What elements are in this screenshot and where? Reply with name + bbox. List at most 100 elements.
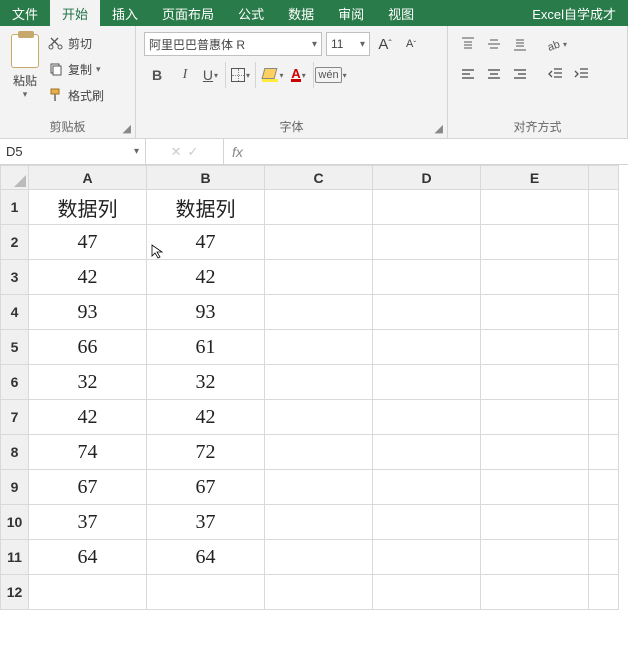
decrease-font-button[interactable]: Aˇ: [400, 32, 422, 56]
cell[interactable]: 37: [29, 505, 147, 540]
column-header[interactable]: A: [29, 166, 147, 190]
cell[interactable]: [481, 435, 589, 470]
cell[interactable]: [265, 575, 373, 610]
cell[interactable]: [265, 470, 373, 505]
cell[interactable]: 42: [29, 400, 147, 435]
align-bottom-button[interactable]: [508, 32, 532, 56]
orientation-button[interactable]: ab▾: [544, 32, 568, 56]
align-right-button[interactable]: [508, 62, 532, 86]
cell[interactable]: [373, 470, 481, 505]
cell[interactable]: [481, 365, 589, 400]
cell[interactable]: [481, 330, 589, 365]
cell[interactable]: [589, 260, 619, 295]
italic-button[interactable]: I: [172, 62, 198, 88]
cell[interactable]: [481, 190, 589, 225]
font-name-select[interactable]: 阿里巴巴普惠体 R ▾: [144, 32, 322, 56]
cell[interactable]: [589, 365, 619, 400]
borders-button[interactable]: ▾: [230, 62, 256, 88]
cell[interactable]: 42: [29, 260, 147, 295]
cut-button[interactable]: 剪切: [48, 32, 104, 54]
row-header[interactable]: 9: [1, 470, 29, 505]
row-header[interactable]: 6: [1, 365, 29, 400]
cell[interactable]: [589, 470, 619, 505]
cell[interactable]: [373, 225, 481, 260]
row-header[interactable]: 7: [1, 400, 29, 435]
cell[interactable]: [373, 400, 481, 435]
cell[interactable]: [373, 365, 481, 400]
cell[interactable]: [481, 400, 589, 435]
row-header[interactable]: 8: [1, 435, 29, 470]
tab-file[interactable]: 文件: [0, 0, 50, 26]
cell[interactable]: [373, 330, 481, 365]
cell[interactable]: 67: [29, 470, 147, 505]
cell[interactable]: [265, 330, 373, 365]
cell[interactable]: 67: [147, 470, 265, 505]
cell[interactable]: [265, 435, 373, 470]
row-header[interactable]: 11: [1, 540, 29, 575]
cell[interactable]: 37: [147, 505, 265, 540]
cell[interactable]: [265, 260, 373, 295]
column-header[interactable]: D: [373, 166, 481, 190]
tab-formulas[interactable]: 公式: [226, 0, 276, 26]
cell[interactable]: 32: [29, 365, 147, 400]
cell[interactable]: [373, 295, 481, 330]
cell[interactable]: 42: [147, 400, 265, 435]
cell[interactable]: 数据列: [29, 190, 147, 225]
cell[interactable]: 47: [29, 225, 147, 260]
dialog-launcher-icon[interactable]: ◢: [123, 122, 131, 135]
cell[interactable]: 66: [29, 330, 147, 365]
cell[interactable]: [481, 260, 589, 295]
cell[interactable]: [481, 295, 589, 330]
cell[interactable]: [373, 505, 481, 540]
cell[interactable]: [265, 365, 373, 400]
cell[interactable]: 74: [29, 435, 147, 470]
cell[interactable]: 32: [147, 365, 265, 400]
row-header[interactable]: 5: [1, 330, 29, 365]
cell[interactable]: 64: [147, 540, 265, 575]
cell[interactable]: [481, 225, 589, 260]
cell[interactable]: [265, 400, 373, 435]
cell[interactable]: [481, 540, 589, 575]
row-header[interactable]: 1: [1, 190, 29, 225]
cell[interactable]: [265, 505, 373, 540]
format-painter-button[interactable]: 格式刷: [48, 84, 104, 106]
underline-button[interactable]: U▾: [200, 62, 226, 88]
cell[interactable]: [589, 505, 619, 540]
cell[interactable]: [373, 435, 481, 470]
chevron-down-icon[interactable]: ▾: [23, 89, 28, 100]
decrease-indent-button[interactable]: [544, 62, 568, 86]
cell[interactable]: [589, 190, 619, 225]
column-header[interactable]: [589, 166, 619, 190]
column-header[interactable]: C: [265, 166, 373, 190]
tab-data[interactable]: 数据: [276, 0, 326, 26]
phonetic-button[interactable]: wén▾: [318, 62, 344, 88]
dialog-launcher-icon[interactable]: ◢: [435, 122, 443, 135]
cell[interactable]: 42: [147, 260, 265, 295]
row-header[interactable]: 3: [1, 260, 29, 295]
align-middle-button[interactable]: [482, 32, 506, 56]
cell[interactable]: [147, 575, 265, 610]
cell[interactable]: [589, 225, 619, 260]
enter-formula-button[interactable]: ✓: [188, 144, 199, 160]
cell[interactable]: [589, 400, 619, 435]
cell[interactable]: [589, 330, 619, 365]
column-header[interactable]: E: [481, 166, 589, 190]
row-header[interactable]: 12: [1, 575, 29, 610]
cell[interactable]: 93: [147, 295, 265, 330]
cell[interactable]: [481, 575, 589, 610]
cell[interactable]: [265, 225, 373, 260]
cancel-formula-button[interactable]: ✕: [171, 144, 182, 160]
cell[interactable]: [373, 260, 481, 295]
tab-view[interactable]: 视图: [376, 0, 426, 26]
column-header[interactable]: B: [147, 166, 265, 190]
cell[interactable]: [481, 470, 589, 505]
formula-input[interactable]: [251, 139, 628, 164]
align-top-button[interactable]: [456, 32, 480, 56]
cell[interactable]: 61: [147, 330, 265, 365]
tab-insert[interactable]: 插入: [100, 0, 150, 26]
cell[interactable]: 47: [147, 225, 265, 260]
row-header[interactable]: 2: [1, 225, 29, 260]
cell[interactable]: 数据列: [147, 190, 265, 225]
fill-color-button[interactable]: ▾: [260, 62, 286, 88]
cell[interactable]: [589, 540, 619, 575]
